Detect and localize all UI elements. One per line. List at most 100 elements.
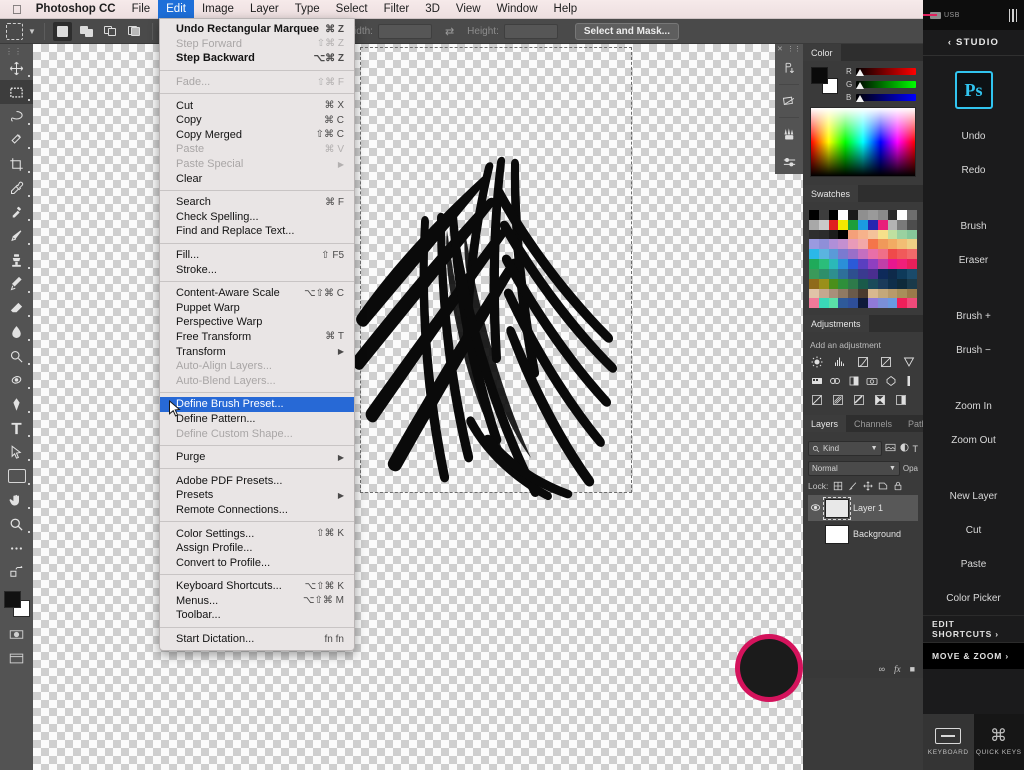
lasso-tool[interactable] (0, 104, 33, 128)
swatch-27[interactable] (858, 230, 868, 240)
curves-icon[interactable] (856, 355, 870, 368)
swatch-12[interactable] (819, 220, 829, 230)
rectangular-marquee-tool[interactable] (0, 80, 33, 104)
swatch-74[interactable] (888, 269, 898, 279)
red-slider-row[interactable]: R (846, 67, 916, 76)
swatch-34[interactable] (819, 239, 829, 249)
swatch-99[interactable] (809, 298, 819, 308)
menu-layer[interactable]: Layer (242, 0, 287, 19)
levels-icon[interactable] (833, 355, 847, 368)
swatch-29[interactable] (878, 230, 888, 240)
studio-button-brush-plus[interactable]: Brush + (923, 299, 1024, 333)
brush-tool[interactable] (0, 224, 33, 248)
swatch-26[interactable] (848, 230, 858, 240)
swatch-58[interactable] (838, 259, 848, 269)
menu-item-start-dictation[interactable]: Start Dictation...fn fn (160, 632, 354, 647)
swatch-48[interactable] (848, 249, 858, 259)
quick-mask-button[interactable] (0, 622, 33, 646)
swatch-96[interactable] (888, 289, 898, 299)
swatch-68[interactable] (829, 269, 839, 279)
subtract-from-selection-button[interactable] (101, 22, 120, 41)
history-brush-tool[interactable] (0, 272, 33, 296)
layer-filter-kind-select[interactable]: Kind ▼ (808, 441, 882, 456)
width-input[interactable] (378, 24, 432, 39)
blue-slider-track[interactable] (856, 94, 916, 101)
path-selection-tool[interactable] (0, 440, 33, 464)
brightness-contrast-icon[interactable] (810, 355, 824, 368)
swatch-6[interactable] (868, 210, 878, 220)
menu-edit[interactable]: Edit (158, 0, 194, 19)
hue-saturation-icon[interactable] (810, 374, 824, 387)
swatch-18[interactable] (878, 220, 888, 230)
layer-name[interactable]: Layer 1 (853, 503, 883, 513)
menu-item-remote-connections[interactable]: Remote Connections... (160, 503, 354, 518)
swatch-64[interactable] (897, 259, 907, 269)
swatch-98[interactable] (907, 289, 917, 299)
swatch-93[interactable] (858, 289, 868, 299)
menu-file[interactable]: File (124, 0, 159, 19)
eyedropper-tool[interactable] (0, 176, 33, 200)
swatch-72[interactable] (868, 269, 878, 279)
menu-item-toolbar[interactable]: Toolbar... (160, 608, 354, 623)
swatch-49[interactable] (858, 249, 868, 259)
swatch-70[interactable] (848, 269, 858, 279)
studio-back-button[interactable]: ‹ STUDIO (923, 30, 1024, 56)
menu-item-copy-merged[interactable]: Copy Merged⇧⌘ C (160, 128, 354, 143)
menu-item-perspective-warp[interactable]: Perspective Warp (160, 315, 354, 330)
swatch-71[interactable] (858, 269, 868, 279)
menu-type[interactable]: Type (287, 0, 328, 19)
link-layers-icon[interactable]: ∞ (879, 664, 885, 674)
menu-item-free-transform[interactable]: Free Transform⌘ T (160, 330, 354, 345)
foreground-background-color[interactable] (0, 588, 33, 622)
studio-button-color-picker[interactable]: Color Picker (923, 581, 1024, 615)
studio-button-zoom-in[interactable]: Zoom In (923, 389, 1024, 423)
clone-stamp-tool[interactable] (0, 248, 33, 272)
studio-button-paste[interactable]: Paste (923, 547, 1024, 581)
tab-layers[interactable]: Layers (803, 415, 846, 432)
swatch-57[interactable] (829, 259, 839, 269)
swatch-40[interactable] (878, 239, 888, 249)
swatch-10[interactable] (907, 210, 917, 220)
red-slider-track[interactable] (856, 68, 916, 75)
type-tool[interactable] (0, 416, 33, 440)
swap-dimensions-icon[interactable]: ⇄ (445, 25, 454, 38)
menu-item-clear[interactable]: Clear (160, 171, 354, 186)
menu-item-find-and-replace-text[interactable]: Find and Replace Text... (160, 224, 354, 239)
move-tool[interactable] (0, 56, 33, 80)
swatch-23[interactable] (819, 230, 829, 240)
intersect-selection-button[interactable] (125, 22, 144, 41)
more-tools-button[interactable] (0, 536, 33, 560)
swatch-67[interactable] (819, 269, 829, 279)
swatch-104[interactable] (858, 298, 868, 308)
studio-tab-quick-keys[interactable]: ⌘ QUICK KEYS (974, 714, 1024, 770)
swatch-39[interactable] (868, 239, 878, 249)
swatch-16[interactable] (858, 220, 868, 230)
menu-window[interactable]: Window (489, 0, 546, 19)
select-and-mask-button[interactable]: Select and Mask... (575, 23, 679, 40)
swatch-50[interactable] (868, 249, 878, 259)
swatch-108[interactable] (897, 298, 907, 308)
menu-item-step-backward[interactable]: Step Backward⌥⌘ Z (160, 51, 354, 66)
selective-color-icon[interactable] (873, 393, 887, 406)
swatch-38[interactable] (858, 239, 868, 249)
spot-healing-brush-tool[interactable] (0, 200, 33, 224)
menu-item-color-settings[interactable]: Color Settings...⇧⌘ K (160, 526, 354, 541)
swatch-106[interactable] (878, 298, 888, 308)
swatch-33[interactable] (809, 239, 819, 249)
swatch-8[interactable] (888, 210, 898, 220)
swatch-97[interactable] (897, 289, 907, 299)
swatch-24[interactable] (829, 230, 839, 240)
studio-tab-keyboard[interactable]: KEYBOARD (923, 714, 974, 770)
menu-view[interactable]: View (448, 0, 489, 19)
swatch-53[interactable] (897, 249, 907, 259)
add-mask-icon[interactable]: ■ (910, 664, 915, 674)
menu-item-undo-rectangular-marquee[interactable]: Undo Rectangular Marquee⌘ Z (160, 22, 354, 37)
edit-toolbar-button[interactable] (0, 560, 33, 584)
swatch-107[interactable] (888, 298, 898, 308)
swatch-3[interactable] (838, 210, 848, 220)
swatch-63[interactable] (888, 259, 898, 269)
tool-preset-chevron-icon[interactable]: ▼ (28, 27, 36, 36)
swatch-60[interactable] (858, 259, 868, 269)
layer-visibility-toggle[interactable] (810, 502, 821, 515)
studio-button-cut[interactable]: Cut (923, 513, 1024, 547)
